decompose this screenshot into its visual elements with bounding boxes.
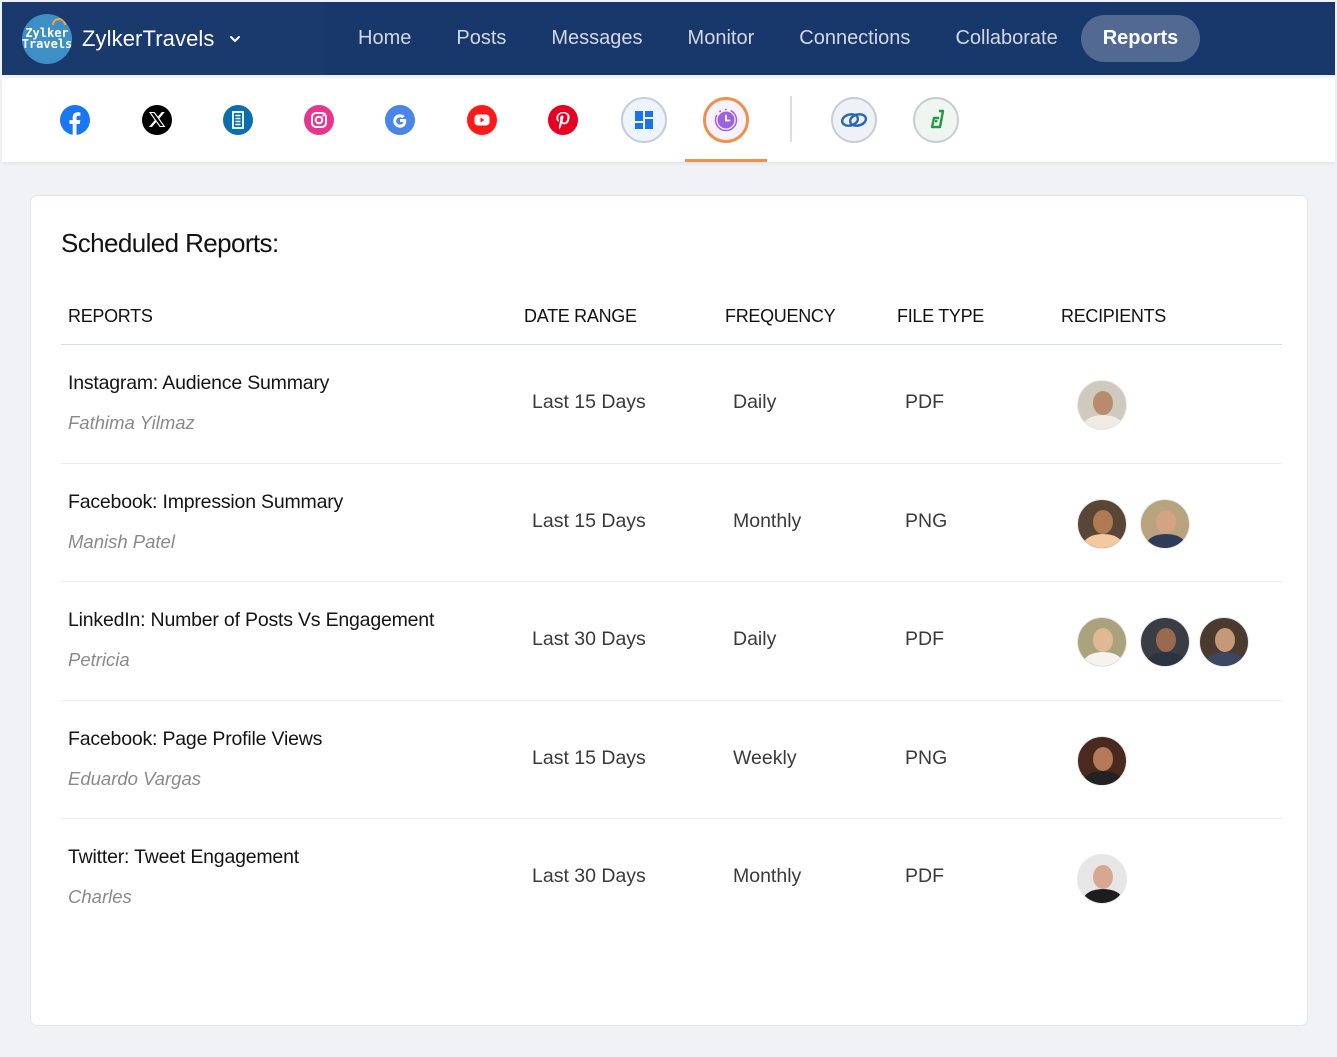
date-range: Last 15 Days [532, 509, 646, 532]
table-row[interactable]: Facebook: Impression Summary Manish Pate… [61, 464, 1282, 582]
report-title[interactable]: Instagram: Audience Summary [68, 372, 329, 395]
table-row[interactable]: LinkedIn: Number of Posts Vs Engagement … [61, 582, 1282, 701]
date-range: Last 30 Days [532, 628, 646, 650]
channel-facebook[interactable] [34, 78, 116, 162]
file-type: PDF [905, 628, 944, 650]
date-range: Last 30 Days [532, 865, 646, 887]
dashboard-ring [621, 97, 667, 143]
nav-messages[interactable]: Messages [529, 15, 664, 62]
table-row[interactable]: Facebook: Page Profile Views Eduardo Var… [61, 701, 1282, 819]
avatar[interactable] [1077, 854, 1127, 904]
recipients [1077, 735, 1140, 786]
file-type: PNG [905, 509, 948, 532]
desk-ring [913, 97, 959, 143]
brand-name: ZylkerTravels [82, 25, 215, 51]
sun-icon [52, 17, 66, 25]
report-owner: Manish Patel [68, 530, 175, 552]
report-title[interactable]: Facebook: Page Profile Views [68, 728, 322, 751]
avatar[interactable] [1140, 617, 1190, 667]
table-row[interactable]: Twitter: Tweet Engagement Charles Last 3… [61, 819, 1282, 938]
report-owner: Petricia [68, 649, 130, 670]
avatar[interactable] [1199, 617, 1249, 667]
col-file-type: FILE TYPE [897, 306, 985, 326]
col-frequency: FREQUENCY [725, 306, 836, 326]
pinterest-icon [548, 105, 578, 135]
recipients [1077, 854, 1140, 904]
chevron-down-icon[interactable] [229, 33, 241, 45]
google-icon [385, 105, 415, 135]
frequency: Daily [733, 628, 777, 650]
avatar[interactable] [1077, 498, 1127, 549]
nav-home[interactable]: Home [336, 15, 433, 62]
scheduled-reports-card: Scheduled Reports: REPORTS DATE RANGE FR… [30, 195, 1308, 1026]
report-owner: Charles [68, 886, 132, 907]
avatar[interactable] [1077, 380, 1127, 430]
col-recipients: RECIPIENTS [1061, 306, 1167, 326]
file-type: PDF [905, 391, 944, 413]
report-title[interactable]: Facebook: Impression Summary [68, 491, 343, 514]
avatar[interactable] [1077, 735, 1127, 786]
instagram-icon [304, 105, 334, 135]
nav-reports[interactable]: Reports [1080, 15, 1201, 62]
dashboard-grid-icon [635, 111, 653, 129]
date-range: Last 15 Days [532, 391, 646, 413]
scheduled-clock-icon [714, 108, 738, 132]
zoho-crm-icon [840, 113, 868, 127]
logo-text-line2: Travels [22, 36, 72, 51]
crm-ring [831, 97, 877, 143]
main-nav: Home Posts Messages Monitor Connections … [330, 15, 1201, 62]
recipients [1077, 617, 1262, 667]
table-row[interactable]: Instagram: Audience Summary Fathima Yilm… [61, 345, 1282, 464]
table-header: REPORTS DATE RANGE FREQUENCY FILE TYPE R… [61, 296, 1282, 345]
avatar[interactable] [1077, 617, 1127, 667]
nav-connections[interactable]: Connections [777, 15, 932, 62]
nav-posts[interactable]: Posts [434, 15, 528, 62]
nav-collaborate[interactable]: Collaborate [933, 15, 1079, 62]
file-type: PDF [905, 865, 944, 887]
report-title[interactable]: LinkedIn: Number of Posts Vs Engagement [68, 609, 434, 632]
brand-logo: Zylker Travels [22, 13, 72, 64]
frequency: Monthly [733, 509, 802, 532]
brand-switcher[interactable]: Zylker Travels ZylkerTravels [2, 2, 326, 75]
file-type: PNG [905, 746, 948, 769]
channel-dashboard[interactable] [603, 78, 685, 162]
nav-monitor[interactable]: Monitor [666, 15, 777, 62]
facebook-icon [60, 105, 90, 135]
channel-pinterest[interactable] [522, 78, 604, 162]
avatar[interactable] [1140, 498, 1190, 549]
youtube-icon [467, 105, 497, 135]
channel-youtube[interactable] [441, 78, 523, 162]
frequency: Weekly [733, 746, 797, 769]
frequency: Daily [733, 391, 777, 413]
channel-google-business[interactable] [197, 78, 279, 162]
channel-instagram[interactable] [278, 78, 360, 162]
recipients [1077, 498, 1203, 549]
top-navigation: Zylker Travels ZylkerTravels Home Posts … [2, 2, 1335, 75]
report-title[interactable]: Twitter: Tweet Engagement [68, 846, 299, 869]
frequency: Monthly [733, 865, 802, 887]
col-date-range: DATE RANGE [524, 306, 637, 326]
col-reports: REPORTS [68, 306, 153, 326]
reports-table: REPORTS DATE RANGE FREQUENCY FILE TYPE R… [61, 296, 1282, 938]
report-owner: Fathima Yilmaz [68, 412, 195, 433]
report-owner: Eduardo Vargas [68, 767, 202, 789]
channel-scheduled-reports[interactable] [685, 78, 767, 162]
channel-divider [790, 96, 792, 142]
recipients [1077, 380, 1140, 430]
page-title: Scheduled Reports: [61, 228, 279, 258]
scheduled-ring [703, 97, 749, 143]
channel-zoho-desk[interactable] [895, 78, 977, 162]
channel-google[interactable] [359, 78, 441, 162]
x-twitter-icon [142, 105, 172, 135]
channel-zoho-crm[interactable] [813, 78, 895, 162]
date-range: Last 15 Days [532, 746, 646, 769]
zoho-desk-icon [930, 109, 945, 129]
channel-bar [2, 78, 1335, 162]
channel-x[interactable] [116, 78, 198, 162]
google-business-icon [223, 105, 253, 135]
